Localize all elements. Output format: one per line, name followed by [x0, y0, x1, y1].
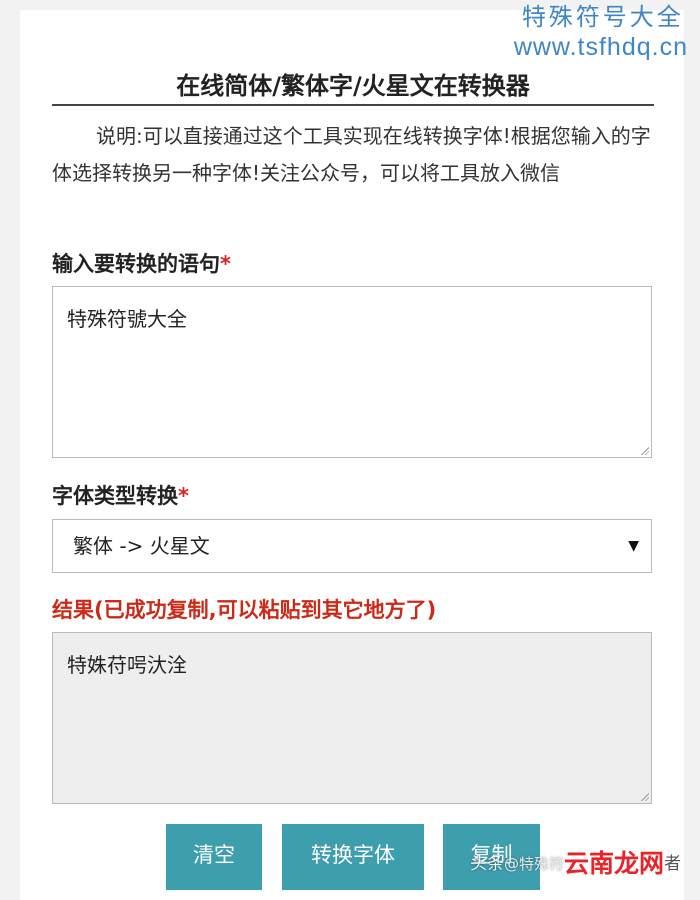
input-label: 输入要转换的语句* [52, 248, 231, 278]
required-mark: * [220, 252, 231, 276]
font-type-label: 字体类型转换* [52, 480, 189, 510]
footer-watermark-part2: @特殊符 [504, 855, 565, 873]
watermark-title: 特殊符号大全 [521, 3, 684, 31]
result-value: 特姝苻呺汏洤 [67, 653, 187, 677]
site-watermark: 特殊符号大全 www.tsfhdq.cn [514, 2, 688, 63]
font-type-selected: 繁体 -> 火星文 [73, 534, 210, 558]
watermark-url: www.tsfhdq.cn [513, 33, 688, 61]
resize-handle-icon[interactable] [641, 447, 649, 455]
font-type-select[interactable]: 繁体 -> 火星文 ▼ [52, 519, 652, 573]
description-text: 说明:可以直接通过这个工具实现在线转换字体!根据您输入的字体选择转换另一种字体!… [52, 124, 651, 185]
footer-watermark: 头条@特殊符云南龙网者 [470, 844, 681, 884]
footer-watermark-part1: 头条 [470, 854, 504, 874]
source-text-input[interactable]: 特殊符號大全 [52, 286, 652, 458]
source-text-value: 特殊符號大全 [67, 307, 187, 331]
input-label-text: 输入要转换的语句 [52, 252, 220, 276]
resize-handle-icon[interactable] [641, 793, 649, 801]
required-mark: * [178, 484, 189, 508]
clear-button[interactable]: 清空 [166, 824, 262, 890]
footer-watermark-part3: 者 [664, 854, 682, 874]
dropdown-arrow-icon: ▼ [628, 538, 639, 554]
page-title: 在线简体/繁体字/火星文在转换器 [176, 72, 530, 100]
result-output[interactable]: 特姝苻呺汏洤 [52, 632, 652, 804]
footer-logo: 云南龙网 [564, 849, 665, 878]
result-label: 结果(已成功复制,可以粘贴到其它地方了) [52, 598, 437, 622]
font-type-label-text: 字体类型转换 [52, 484, 178, 508]
convert-button[interactable]: 转换字体 [282, 824, 424, 890]
title-divider [52, 104, 654, 106]
